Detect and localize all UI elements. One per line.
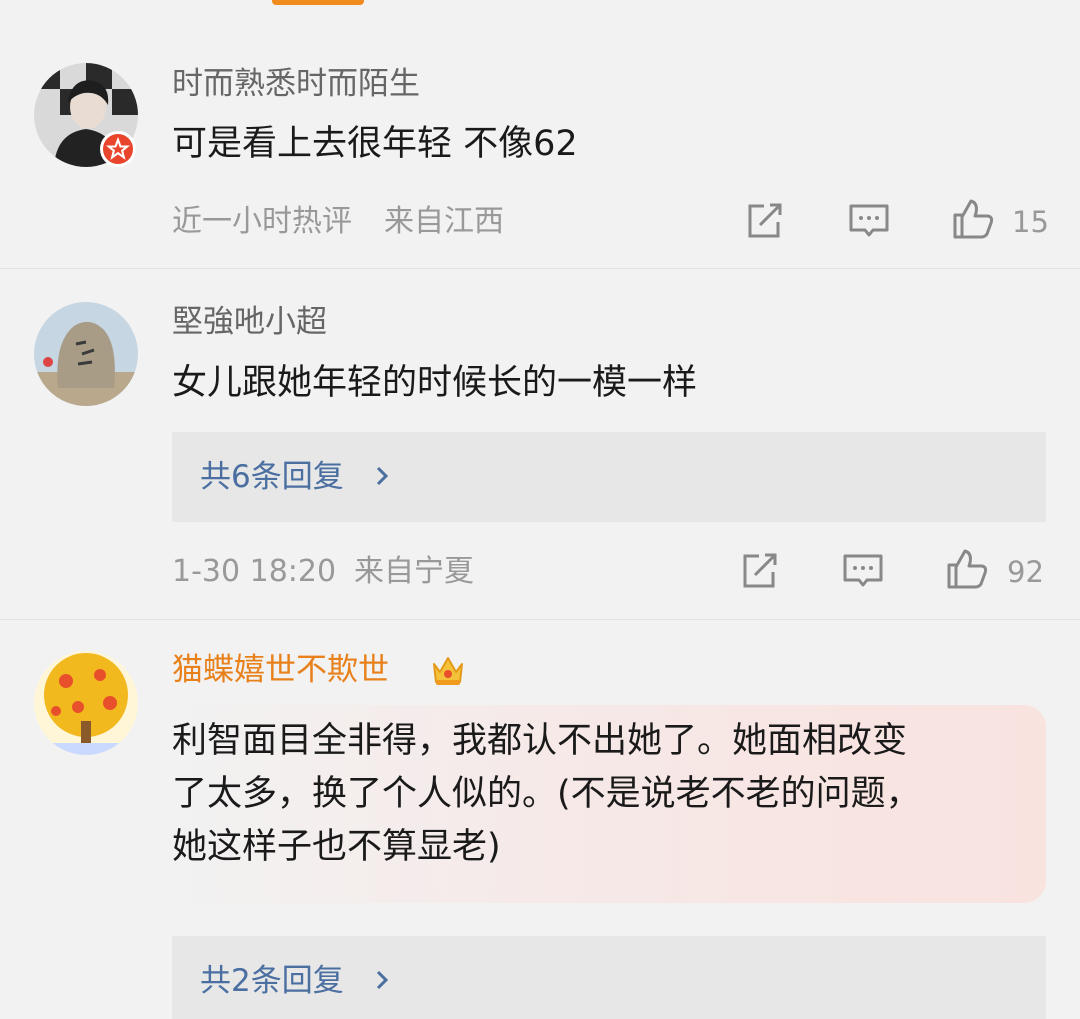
reply-thread-button[interactable]: 共6条回复 — [172, 432, 1046, 522]
comment-time: 近一小时热评 — [172, 204, 352, 239]
reply-count-link[interactable]: 共6条回复 — [200, 457, 344, 497]
avatar[interactable] — [34, 651, 138, 755]
avatar[interactable] — [34, 302, 138, 406]
comment-text: 可是看上去很年轻 不像62 — [172, 124, 578, 164]
divider — [0, 619, 1080, 620]
comment-location: 来自江西 — [384, 204, 504, 239]
comment-location: 来自宁夏 — [354, 554, 474, 589]
comment-username[interactable]: 堅強吔小超 — [172, 302, 327, 342]
share-icon[interactable] — [742, 199, 786, 243]
chevron-right-icon — [372, 458, 394, 494]
star-badge-icon — [100, 131, 136, 167]
like-count: 92 — [1007, 555, 1044, 589]
top-tab-indicator — [272, 0, 364, 5]
reply-thread-button[interactable]: 共2条回复 — [172, 936, 1046, 1019]
comment-icon[interactable] — [841, 549, 885, 593]
comment-text: 女儿跟她年轻的时候长的一模一样 — [172, 363, 698, 403]
comment-icon[interactable] — [847, 199, 891, 243]
share-icon[interactable] — [737, 549, 781, 593]
comment-text: 利智面目全非得，我都认不出她了。她面相改变 了太多，换了个人似的。(不是说老不老… — [172, 715, 1032, 874]
comment-username[interactable]: 时而熟悉时而陌生 — [172, 64, 420, 104]
comment-text-line: 了太多，换了个人似的。(不是说老不老的问题， — [172, 774, 921, 814]
comment-text-line: 她这样子也不算显老) — [172, 827, 501, 867]
like-count: 15 — [1012, 205, 1049, 239]
divider — [0, 268, 1080, 269]
like-icon[interactable] — [951, 197, 995, 241]
reply-count-link[interactable]: 共2条回复 — [200, 961, 344, 1001]
comment-username[interactable]: 猫蝶嬉世不欺世 — [172, 650, 389, 690]
comment-text-line: 利智面目全非得，我都认不出她了。她面相改变 — [172, 721, 908, 761]
comment-time: 1-30 18:20 — [172, 554, 337, 589]
chevron-right-icon — [372, 962, 394, 998]
like-icon[interactable] — [945, 547, 989, 591]
crown-icon — [428, 650, 468, 690]
